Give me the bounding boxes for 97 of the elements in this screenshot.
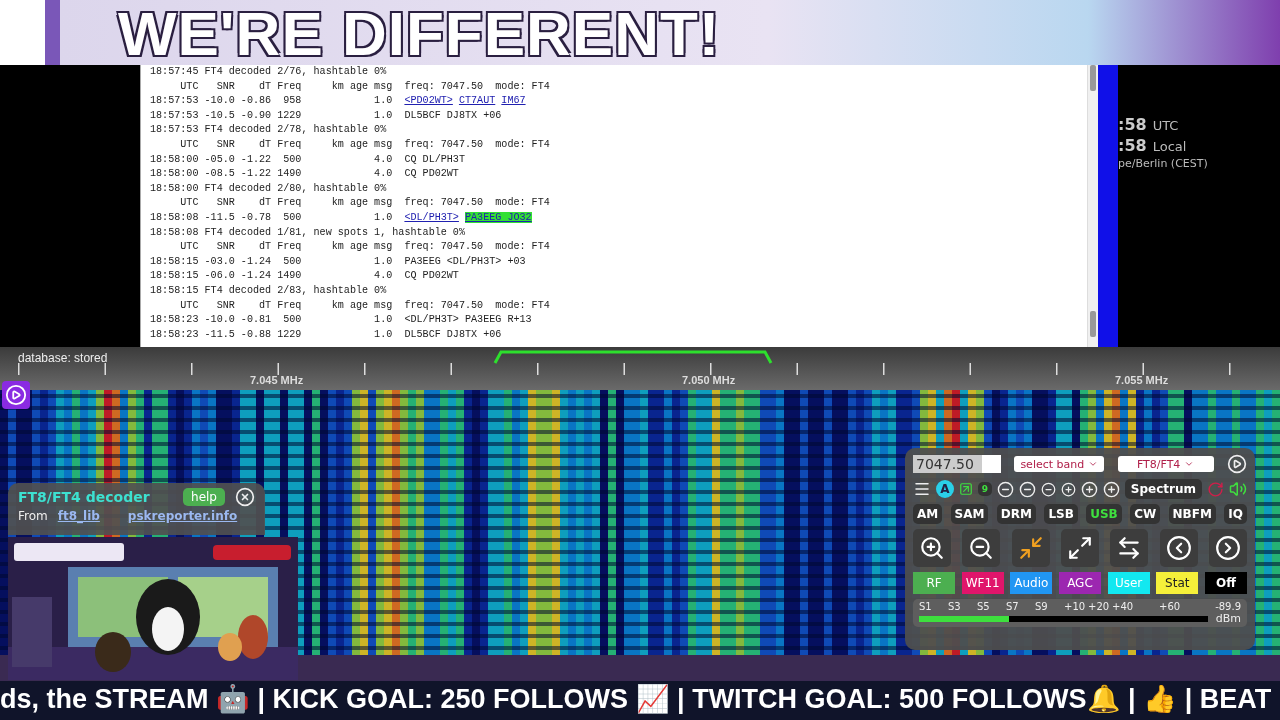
clock-time: :58 <box>1118 115 1147 134</box>
decoder-title: FT8/FT4 decoder <box>18 489 151 505</box>
mode-button[interactable]: SAM <box>950 504 989 524</box>
count-badge: 9 <box>977 482 992 496</box>
play-button[interactable] <box>2 381 30 409</box>
callsign-link[interactable]: CT7AUT <box>458 95 496 107</box>
mode-button[interactable]: DRM <box>996 504 1036 524</box>
meter-label: S7 <box>1006 601 1020 612</box>
meter-label: +10 <box>1064 601 1087 612</box>
timezone: pe/Berlin (CEST) <box>1118 157 1209 170</box>
spectrum-button[interactable]: Spectrum <box>1124 479 1203 499</box>
log-line: 18:58:15 -03.0 -1.24 500 1.0 PA3EEG <DL/PH3T> +03 <box>150 254 527 269</box>
play-icon[interactable] <box>1227 454 1247 474</box>
source-link[interactable]: ft8_lib <box>57 509 100 523</box>
panel-tab[interactable]: AGC <box>1058 572 1101 594</box>
clock-label: UTC <box>1152 118 1179 133</box>
next-button[interactable] <box>1208 529 1247 567</box>
close-icon[interactable] <box>235 487 255 507</box>
log-line: 18:58:23 -10.0 -0.81 500 1.0 <DL/PH3T> PA3EEG R+13 <box>150 313 533 328</box>
shrink-button[interactable] <box>1011 529 1050 567</box>
zoom-in-button[interactable] <box>913 529 951 567</box>
zoom-out-icon <box>968 535 995 561</box>
log-line: 18:57:53 FT4 decoded 2/78, hashtable 0% <box>150 123 388 138</box>
callsign-link[interactable]: <PD02WT> <box>404 95 453 107</box>
log-line: 18:58:15 FT4 decoded 2/83, hashtable 0% <box>150 283 388 298</box>
log-line: UTC SNR dT Freq km age msg freq: 7047.50 mode: FT4 <box>179 240 551 255</box>
minus-icon[interactable] <box>1040 481 1056 497</box>
meter-reading: -89.9 <box>1214 601 1241 612</box>
log-line: 18:57:53 -10.0 -0.86 958 1.0 <PD02WT> CT7AUT IM67 <box>150 94 527 109</box>
menu-icon[interactable] <box>913 480 931 498</box>
meter-label: S5 <box>977 601 991 612</box>
inward-arrows-icon <box>1017 535 1044 561</box>
log-line: UTC SNR dT Freq km age msg freq: 7047.50 mode: FT4 <box>179 196 551 211</box>
caret-icon <box>1088 459 1099 469</box>
meter-label: S9 <box>1035 601 1049 612</box>
mode-button[interactable]: CW <box>1130 504 1161 524</box>
chevron-right-icon <box>1214 535 1241 561</box>
frequency-label: 7.055 MHz <box>1115 374 1169 386</box>
log-line: 18:58:23 -11.5 -0.88 1229 1.0 DL5BCF DJ8TX +06 <box>150 327 503 342</box>
swap-button[interactable] <box>1110 529 1149 567</box>
mode-button[interactable]: USB <box>1086 504 1122 524</box>
log-line: 18:57:53 -10.5 -0.90 1229 1.0 DL5BCF DJ8TX +06 <box>150 108 503 123</box>
clock-label: Local <box>1152 139 1187 154</box>
plus-icon[interactable] <box>1102 480 1120 498</box>
zoom-out-button[interactable] <box>962 529 1001 567</box>
meter-label: +60 <box>1159 601 1182 612</box>
database-status: database: stored <box>18 351 108 365</box>
mode-button[interactable]: AM <box>913 504 943 524</box>
mode-select[interactable]: FT8/FT4 <box>1117 456 1214 472</box>
minus-icon[interactable] <box>1018 480 1036 498</box>
callsign-link[interactable]: IM67 <box>501 95 526 107</box>
clock-time: :58 <box>1118 136 1147 155</box>
log-line: 18:57:45 FT4 decoded 2/76, hashtable 0% <box>150 65 388 79</box>
zoom-in-icon <box>919 535 945 561</box>
log-line: 18:58:08 FT4 decoded 1/81, new spots 1, hashtable 0% <box>150 225 466 240</box>
frequency-label: 7.045 MHz <box>250 374 304 386</box>
meter-unit: dBm <box>1215 612 1241 625</box>
callsign-link[interactable]: PA3EEG JO32 <box>465 211 532 223</box>
log-line: 18:58:00 -05.0 -1.22 500 4.0 CQ DL/PH3T <box>150 152 466 167</box>
meter-label: S1 <box>919 601 933 612</box>
arrow-square-icon[interactable] <box>958 482 973 496</box>
meter-label: +40 <box>1112 601 1135 612</box>
source-link[interactable]: pskreporter.info <box>127 509 238 523</box>
passband-marker[interactable] <box>493 350 773 364</box>
log-line: 18:58:15 -06.0 -1.24 1490 4.0 CQ PD02WT <box>150 269 460 284</box>
frequency-label: 7.050 MHz <box>682 374 736 386</box>
plus-icon[interactable] <box>1080 480 1098 498</box>
log-line: UTC SNR dT Freq km age msg freq: 7047.50 mode: FT4 <box>179 298 551 313</box>
log-line: UTC SNR dT Freq km age msg freq: 7047.50 mode: FT4 <box>179 79 551 94</box>
mode-button[interactable]: LSB <box>1044 504 1078 524</box>
ticker-text: ds, the STREAM 🤖 | KICK GOAL: 250 FOLLOWS 📈 | TWITCH GOAL: 500 FOLLOWS🔔 | 👍 | BEAT <box>0 683 1272 715</box>
outward-arrows-icon <box>1067 535 1093 561</box>
caret-icon <box>1184 459 1195 469</box>
log-line: 18:58:08 -11.5 -0.78 500 1.0 <DL/PH3T> PA3EEG JO32 <box>150 210 533 225</box>
from-label: From <box>18 509 48 523</box>
plus-icon[interactable] <box>1060 481 1076 497</box>
log-line: UTC SNR dT Freq km age msg freq: 7047.50 mode: FT4 <box>179 137 551 152</box>
scrollbar[interactable] <box>1087 65 1098 347</box>
minus-icon[interactable] <box>996 480 1014 498</box>
panel-tab[interactable]: Stat <box>1156 572 1199 594</box>
panel-tab[interactable]: WF11 <box>961 572 1004 594</box>
expand-button[interactable] <box>1061 529 1099 567</box>
speaker-icon[interactable] <box>1229 480 1247 498</box>
meter-label: S3 <box>948 601 962 612</box>
banner-title: WE'RE DIFFERENT! <box>118 3 721 65</box>
mode-button[interactable]: NBFM <box>1168 504 1216 524</box>
meter-label: +20 <box>1088 601 1111 612</box>
callsign-link[interactable]: <DL/PH3T> <box>404 211 459 223</box>
mode-button[interactable]: IQ <box>1224 504 1247 524</box>
log-line: 18:58:00 -08.5 -1.22 1490 4.0 CQ PD02WT <box>150 167 460 182</box>
band-select[interactable]: select band <box>1014 456 1105 472</box>
frequency-field[interactable]: 7047.50 <box>913 455 1001 473</box>
agc-badge[interactable]: A <box>936 480 954 498</box>
chevron-left-icon <box>1165 535 1192 561</box>
previous-button[interactable] <box>1159 529 1198 567</box>
log-line: 18:58:00 FT4 decoded 2/80, hashtable 0% <box>150 181 388 196</box>
panel-tab[interactable]: Off <box>1204 572 1247 594</box>
